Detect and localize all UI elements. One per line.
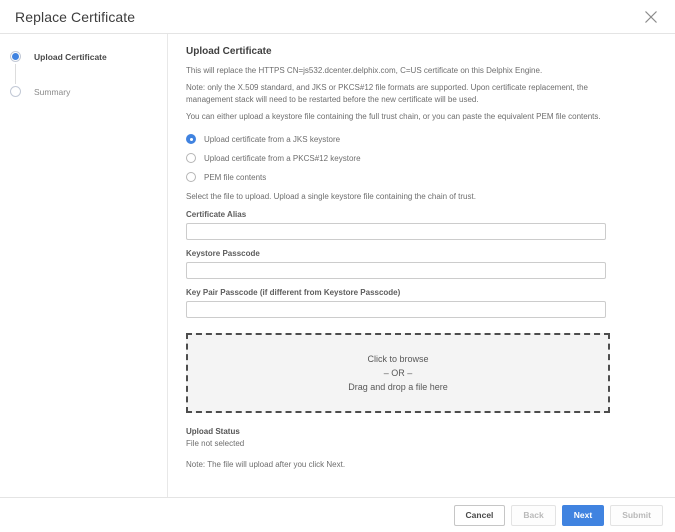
certificate-alias-label: Certificate Alias	[186, 210, 657, 219]
radio-pkcs12-keystore[interactable]: Upload certificate from a PKCS#12 keysto…	[186, 153, 657, 163]
upload-status: Upload Status File not selected	[186, 427, 657, 448]
step-label: Upload Certificate	[34, 52, 107, 62]
intro-text: This will replace the HTTPS CN=js532.dce…	[186, 65, 606, 77]
keystore-passcode-label: Keystore Passcode	[186, 249, 657, 258]
keypair-passcode-group: Key Pair Passcode (if different from Key…	[186, 288, 657, 318]
keypair-passcode-label: Key Pair Passcode (if different from Key…	[186, 288, 657, 297]
radio-jks-keystore[interactable]: Upload certificate from a JKS keystore	[186, 134, 657, 144]
certificate-alias-input[interactable]	[186, 223, 606, 240]
radio-selected-icon	[186, 134, 196, 144]
submit-button[interactable]: Submit	[610, 505, 663, 526]
dropzone-or-text: – OR –	[384, 366, 413, 380]
step-summary[interactable]: Summary	[10, 86, 167, 97]
step-active-dot-icon	[10, 51, 21, 62]
upload-footer-note: Note: The file will upload after you cli…	[186, 460, 657, 469]
dropzone-drag-text: Drag and drop a file here	[348, 380, 448, 394]
content-heading: Upload Certificate	[186, 46, 657, 57]
step-upload-certificate[interactable]: Upload Certificate	[10, 51, 167, 62]
main-content: Upload Certificate This will replace the…	[168, 34, 675, 497]
format-note-text: Note: only the X.509 standard, and JKS o…	[186, 82, 606, 106]
keypair-passcode-input[interactable]	[186, 301, 606, 318]
dropzone-browse-text: Click to browse	[367, 352, 428, 366]
file-instruction-text: Select the file to upload. Upload a sing…	[186, 191, 606, 203]
file-drop-zone[interactable]: Click to browse – OR – Drag and drop a f…	[186, 333, 610, 413]
wizard-steps-sidebar: Upload Certificate Summary	[0, 34, 168, 497]
step-label: Summary	[34, 87, 70, 97]
radio-label: PEM file contents	[204, 173, 266, 182]
keystore-passcode-group: Keystore Passcode	[186, 249, 657, 279]
cancel-button[interactable]: Cancel	[454, 505, 506, 526]
alternative-text: You can either upload a keystore file co…	[186, 111, 606, 123]
keystore-passcode-input[interactable]	[186, 262, 606, 279]
close-x-glyph	[644, 10, 658, 24]
upload-type-radio-group: Upload certificate from a JKS keystore U…	[186, 134, 657, 182]
certificate-alias-group: Certificate Alias	[186, 210, 657, 240]
next-button[interactable]: Next	[562, 505, 604, 526]
dialog-title: Replace Certificate	[15, 9, 135, 25]
radio-pem-contents[interactable]: PEM file contents	[186, 172, 657, 182]
back-button[interactable]: Back	[511, 505, 555, 526]
dialog-header: Replace Certificate	[0, 0, 675, 34]
close-icon[interactable]	[642, 8, 660, 26]
step-connector-line	[15, 64, 16, 84]
radio-label: Upload certificate from a JKS keystore	[204, 135, 340, 144]
dialog-footer: Cancel Back Next Submit	[0, 497, 675, 532]
radio-label: Upload certificate from a PKCS#12 keysto…	[204, 154, 361, 163]
dialog-body: Upload Certificate Summary Upload Certif…	[0, 34, 675, 497]
upload-status-value: File not selected	[186, 439, 657, 448]
radio-unselected-icon	[186, 153, 196, 163]
step-pending-dot-icon	[10, 86, 21, 97]
radio-unselected-icon	[186, 172, 196, 182]
upload-status-label: Upload Status	[186, 427, 657, 436]
